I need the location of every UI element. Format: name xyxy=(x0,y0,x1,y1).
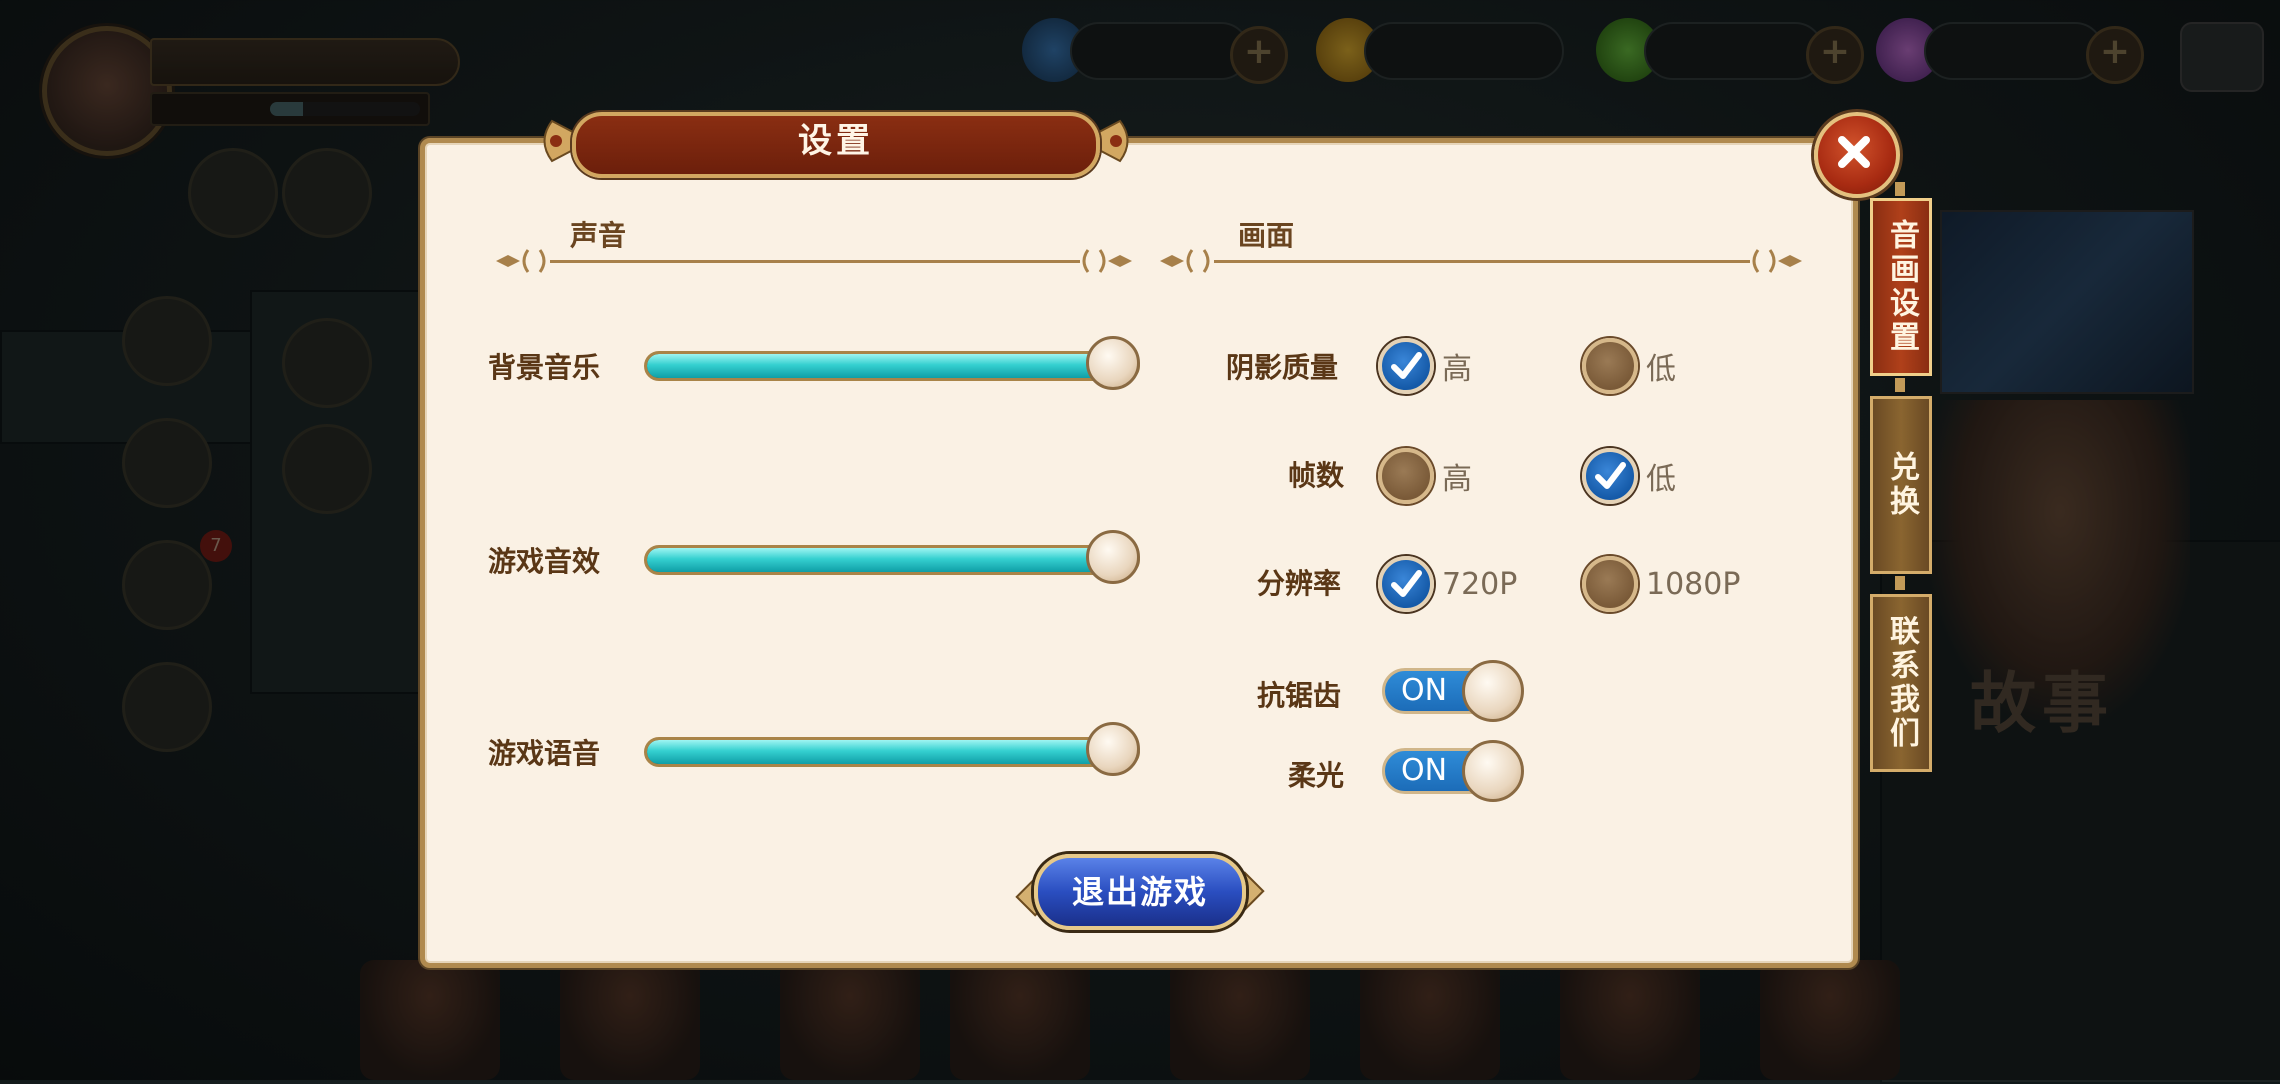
ornament-left-icon xyxy=(1160,249,1210,273)
tab-hanger xyxy=(1895,182,1905,196)
fps-high-option[interactable]: 高 xyxy=(1378,446,1472,506)
shadow-quality-label: 阴影质量 xyxy=(1226,351,1339,384)
exit-game-label: 退出游戏 xyxy=(1071,873,1208,911)
section-divider xyxy=(1214,260,1750,263)
antialias-label: 抗锯齿 xyxy=(1257,679,1342,712)
sfx-label: 游戏音效 xyxy=(488,545,601,578)
voice-label: 游戏语音 xyxy=(488,737,601,770)
option-label: 高 xyxy=(1442,462,1472,497)
tab-hanger xyxy=(1895,378,1905,392)
resolution-label: 分辨率 xyxy=(1257,567,1342,600)
radio-unchecked-icon[interactable] xyxy=(1582,556,1638,612)
dialog-title-banner: 设置 xyxy=(532,108,1140,178)
shadow-high-option[interactable]: 高 xyxy=(1378,336,1472,396)
toggle-knob[interactable] xyxy=(1462,740,1524,802)
checkbox-checked-icon[interactable] xyxy=(1378,556,1434,612)
tab-hanger xyxy=(1895,576,1905,590)
tab-redeem[interactable]: 兑换 xyxy=(1870,396,1932,574)
tab-audio-video-settings[interactable]: 音画设置 xyxy=(1870,198,1932,376)
option-label: 低 xyxy=(1646,352,1676,387)
voice-volume-slider[interactable] xyxy=(644,722,1140,776)
close-button[interactable] xyxy=(1814,112,1900,198)
fps-low-option[interactable]: 低 xyxy=(1582,446,1676,506)
exit-game-button[interactable]: 退出游戏 xyxy=(1015,854,1265,930)
bloom-toggle[interactable]: ON xyxy=(1382,740,1524,802)
slider-handle[interactable] xyxy=(1086,722,1140,776)
close-icon xyxy=(1838,136,1870,168)
option-label: 720P xyxy=(1442,566,1518,602)
checkbox-checked-icon[interactable] xyxy=(1582,448,1638,504)
ornament-right-icon xyxy=(1082,249,1132,273)
dialog-title: 设置 xyxy=(798,121,874,161)
fps-label: 帧数 xyxy=(1288,459,1345,492)
resolution-1080p-option[interactable]: 1080P xyxy=(1582,554,1740,614)
option-label: 低 xyxy=(1646,462,1676,497)
option-label: 高 xyxy=(1442,352,1472,387)
slider-handle[interactable] xyxy=(1086,336,1140,390)
resolution-720p-option[interactable]: 720P xyxy=(1378,554,1517,614)
bgm-label: 背景音乐 xyxy=(488,351,601,384)
section-title-sound: 声音 xyxy=(570,219,627,252)
ornament-left-icon xyxy=(496,249,546,273)
tab-contact-us[interactable]: 联系我们 xyxy=(1870,594,1932,772)
checkbox-checked-icon[interactable] xyxy=(1378,338,1434,394)
shadow-low-option[interactable]: 低 xyxy=(1582,336,1676,396)
radio-unchecked-icon[interactable] xyxy=(1378,448,1434,504)
section-divider xyxy=(550,260,1080,263)
sfx-volume-slider[interactable] xyxy=(644,530,1140,584)
bgm-volume-slider[interactable] xyxy=(644,336,1140,390)
ornament-right-icon xyxy=(1752,249,1802,273)
section-title-display: 画面 xyxy=(1238,219,1295,252)
slider-handle[interactable] xyxy=(1086,530,1140,584)
bloom-label: 柔光 xyxy=(1288,759,1345,792)
option-label: 1080P xyxy=(1646,566,1741,602)
toggle-knob[interactable] xyxy=(1462,660,1524,722)
antialias-toggle[interactable]: ON xyxy=(1382,660,1524,722)
radio-unchecked-icon[interactable] xyxy=(1582,338,1638,394)
